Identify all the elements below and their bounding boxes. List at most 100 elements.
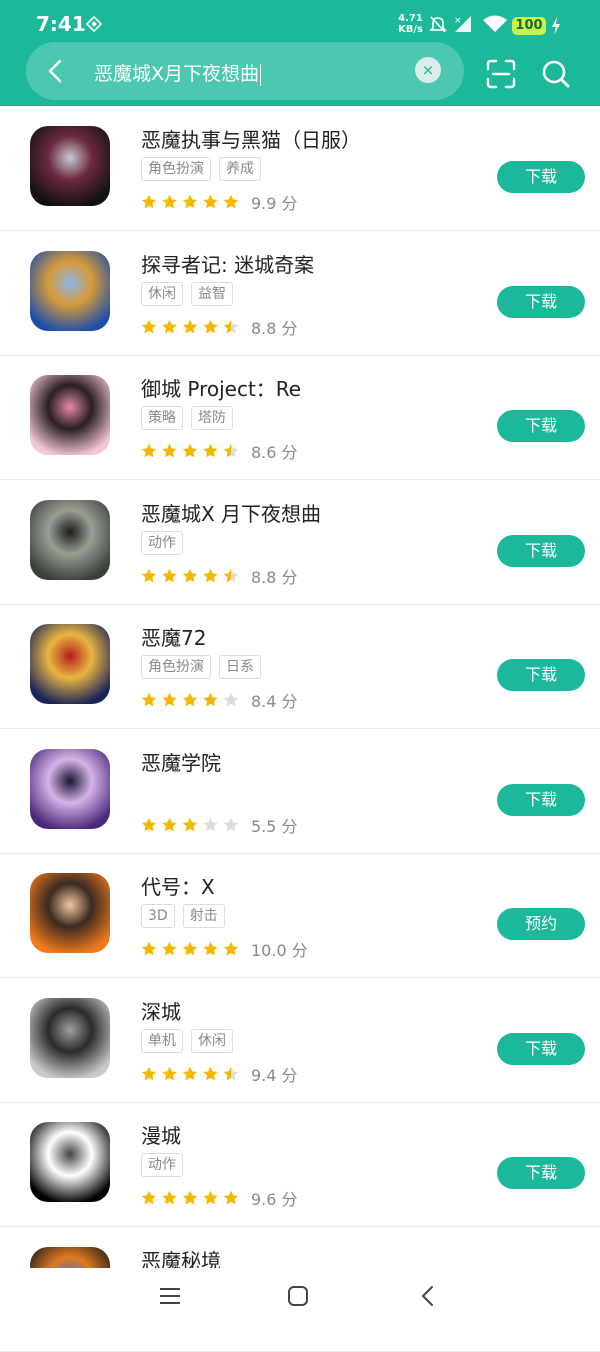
recent-apps-icon[interactable] xyxy=(158,1284,182,1308)
app-list-item[interactable]: 恶魔学院 5.5 分 下载 xyxy=(0,729,600,854)
star-icon xyxy=(203,1190,218,1205)
app-score: 10.0 分 xyxy=(251,941,308,960)
app-list-item[interactable]: 探寻者记: 迷城奇案 休闲 益智 8.8 分 下载 xyxy=(0,231,600,356)
star-icon xyxy=(203,443,218,458)
app-rating: 8.4 分 xyxy=(141,688,298,711)
app-tags: 角色扮演 日系 xyxy=(141,655,269,679)
star-icon xyxy=(162,692,177,707)
app-name[interactable]: 探寻者记: 迷城奇案 xyxy=(141,249,314,278)
download-button[interactable]: 下载 xyxy=(497,285,585,318)
status-time: 7:41 xyxy=(36,12,86,36)
star-icon xyxy=(203,941,218,956)
star-icon xyxy=(141,1066,157,1080)
home-icon[interactable] xyxy=(286,1284,310,1308)
app-name[interactable]: 御城 Project：Re xyxy=(141,373,301,402)
star-icon xyxy=(223,692,239,707)
app-icon[interactable] xyxy=(30,126,110,206)
clear-search-button[interactable]: × xyxy=(415,57,441,83)
app-icon[interactable] xyxy=(30,624,110,704)
app-icon[interactable] xyxy=(30,748,110,829)
app-tag: 塔防 xyxy=(191,406,233,430)
app-tags: 角色扮演 养成 xyxy=(141,157,269,181)
app-list-item[interactable]: 代号：X 3D 射击 10.0 分 预约 xyxy=(0,853,600,978)
app-name[interactable]: 恶魔执事与黑猫（日服） xyxy=(141,124,361,153)
star-icon xyxy=(223,1190,239,1205)
star-rating xyxy=(141,319,239,333)
app-icon[interactable] xyxy=(30,250,110,331)
system-nav-bar xyxy=(0,1268,600,1333)
app-list-item[interactable]: 御城 Project：Re 策略 塔防 8.6 分 下载 xyxy=(0,355,600,480)
star-rating xyxy=(141,194,239,209)
app-list-item[interactable]: 漫城 动作 9.6 分 下载 xyxy=(0,1102,600,1227)
nav-back-icon[interactable] xyxy=(416,1284,440,1308)
app-name[interactable]: 恶魔城X 月下夜想曲 xyxy=(141,498,321,527)
app-score: 8.4 分 xyxy=(251,692,298,711)
app-list-item[interactable]: 恶魔执事与黑猫（日服） 角色扮演 养成 9.9 分 下载 xyxy=(0,106,600,231)
app-score: 9.9 分 xyxy=(251,194,298,213)
back-arrow-icon[interactable] xyxy=(44,58,68,84)
app-icon[interactable] xyxy=(30,997,110,1078)
app-tag: 角色扮演 xyxy=(141,157,211,181)
app-tags: 动作 xyxy=(141,1153,191,1177)
top-bar: 7:41 4.71 KB/s × 100 恶魔城X月下夜想曲 × xyxy=(0,0,600,106)
star-icon xyxy=(182,1066,198,1080)
app-tag: 动作 xyxy=(141,530,183,555)
star-icon xyxy=(203,319,218,333)
app-icon[interactable] xyxy=(30,873,110,953)
star-icon xyxy=(141,568,157,582)
battery-indicator: 100 xyxy=(512,17,546,35)
star-icon xyxy=(223,1066,239,1080)
app-list-item[interactable]: 恶魔城X 月下夜想曲 动作 8.8 分 下载 xyxy=(0,480,600,605)
star-icon xyxy=(182,443,198,458)
app-rating: 9.9 分 xyxy=(141,190,298,213)
download-button[interactable]: 下载 xyxy=(497,659,585,691)
download-button[interactable]: 下载 xyxy=(497,1032,585,1065)
app-score: 8.6 分 xyxy=(251,443,298,462)
star-rating xyxy=(141,1190,239,1205)
reserve-button[interactable]: 预约 xyxy=(497,908,585,940)
network-speed: 4.71 KB/s xyxy=(398,13,423,35)
app-name[interactable]: 深城 xyxy=(141,996,181,1025)
star-icon xyxy=(203,194,218,209)
star-icon xyxy=(223,568,239,582)
app-rating: 9.4 分 xyxy=(141,1062,298,1085)
app-tags: 3D 射击 xyxy=(141,904,233,928)
star-icon xyxy=(141,1190,157,1205)
download-button[interactable]: 下载 xyxy=(497,534,585,567)
star-icon xyxy=(203,1066,218,1080)
star-rating xyxy=(141,1066,239,1080)
star-icon xyxy=(162,1190,177,1205)
star-icon xyxy=(182,941,198,956)
search-icon[interactable] xyxy=(540,58,572,90)
star-icon xyxy=(182,1190,198,1205)
download-button[interactable]: 下载 xyxy=(497,161,585,193)
app-list-item[interactable]: 恶魔72 角色扮演 日系 8.4 分 下载 xyxy=(0,604,600,729)
network-speed-unit: KB/s xyxy=(398,24,423,35)
app-name[interactable]: 恶魔72 xyxy=(141,622,206,651)
app-list-item[interactable]: 深城 单机 休闲 9.4 分 下载 xyxy=(0,978,600,1103)
app-name[interactable]: 漫城 xyxy=(141,1120,181,1149)
star-icon xyxy=(223,817,239,831)
star-icon xyxy=(141,443,157,458)
app-notification-icon xyxy=(86,16,102,32)
app-name[interactable]: 恶魔学院 xyxy=(141,747,221,776)
download-button[interactable]: 下载 xyxy=(497,1157,585,1189)
download-button[interactable]: 下载 xyxy=(497,410,585,442)
app-name[interactable]: 代号：X xyxy=(141,871,215,900)
scan-icon[interactable] xyxy=(485,58,517,90)
star-icon xyxy=(203,817,218,831)
app-icon[interactable] xyxy=(30,1122,110,1202)
app-icon[interactable] xyxy=(30,499,110,580)
star-icon xyxy=(182,319,198,333)
star-icon xyxy=(182,194,198,209)
app-tags: 动作 xyxy=(141,530,191,555)
app-icon[interactable] xyxy=(30,375,110,455)
search-input[interactable]: 恶魔城X月下夜想曲 xyxy=(94,59,262,86)
search-bar[interactable]: 恶魔城X月下夜想曲 × xyxy=(26,42,464,100)
text-cursor xyxy=(260,63,262,86)
star-icon xyxy=(223,319,239,333)
star-icon xyxy=(141,941,157,956)
star-rating xyxy=(141,443,239,458)
app-score: 5.5 分 xyxy=(251,816,298,836)
download-button[interactable]: 下载 xyxy=(497,783,585,816)
